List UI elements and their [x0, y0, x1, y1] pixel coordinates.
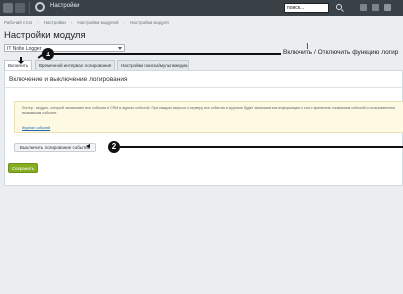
mouse-cursor-icon — [307, 43, 310, 49]
annotation-marker-2: 2 — [108, 141, 120, 153]
disable-logging-button[interactable]: Выключить логирование событий — [14, 143, 96, 152]
gear-icon — [35, 2, 45, 12]
divider — [29, 2, 30, 14]
tab-search-media[interactable]: Настройки поиска/мультимедиа — [117, 60, 189, 70]
settings-icon[interactable] — [384, 4, 391, 11]
search-icon[interactable] — [336, 4, 342, 10]
search-input[interactable]: поиск... — [284, 3, 329, 13]
save-button[interactable]: Сохранить — [8, 163, 38, 173]
annotation-text: Включить / Отключить функцию логир — [283, 49, 399, 56]
divider — [5, 87, 403, 88]
star-icon[interactable]: ☆ — [72, 31, 79, 40]
notifications-icon[interactable] — [15, 3, 25, 13]
tab-time-interval[interactable]: Временной интервал логирования — [35, 60, 115, 70]
breadcrumb-item[interactable]: Настройки модулей — [77, 20, 118, 25]
topbar-title: Настройки — [50, 3, 80, 9]
chevron-right-icon: › — [37, 20, 39, 25]
admin-top-bar: Настройки поиск... — [0, 0, 403, 16]
arrow-down-icon — [18, 61, 24, 64]
module-select-value: IT Nolte Logger — [7, 45, 42, 52]
section-title: Включение и выключение логирования — [9, 76, 128, 83]
user-icon[interactable] — [360, 4, 367, 11]
event-log-link[interactable]: Журнал событий — [22, 126, 50, 130]
breadcrumb-item[interactable]: Настройки — [44, 20, 66, 25]
help-icon[interactable] — [372, 4, 379, 11]
search-value: поиск... — [287, 5, 305, 11]
chevron-right-icon: › — [123, 20, 126, 25]
chevron-right-icon: › — [70, 20, 73, 25]
arrow-left-icon — [86, 144, 90, 148]
menu-icon[interactable] — [3, 3, 13, 13]
info-note: Логгер - модуль, который записывает все … — [14, 101, 403, 133]
annotation-line — [54, 53, 281, 55]
breadcrumb-item[interactable]: Настройки модуля — [130, 20, 169, 25]
annotation-line — [120, 146, 403, 148]
chevron-down-icon — [118, 47, 122, 50]
breadcrumb-item[interactable]: Рабочий стол — [4, 20, 32, 25]
note-text: Логгер - модуль, который записывает все … — [22, 106, 396, 115]
settings-panel: Включение и выключение логирования Логге… — [4, 70, 403, 186]
breadcrumb: Рабочий стол › Настройки › Настройки модулей… — [4, 20, 169, 25]
module-select[interactable]: IT Nolte Logger — [4, 44, 125, 52]
